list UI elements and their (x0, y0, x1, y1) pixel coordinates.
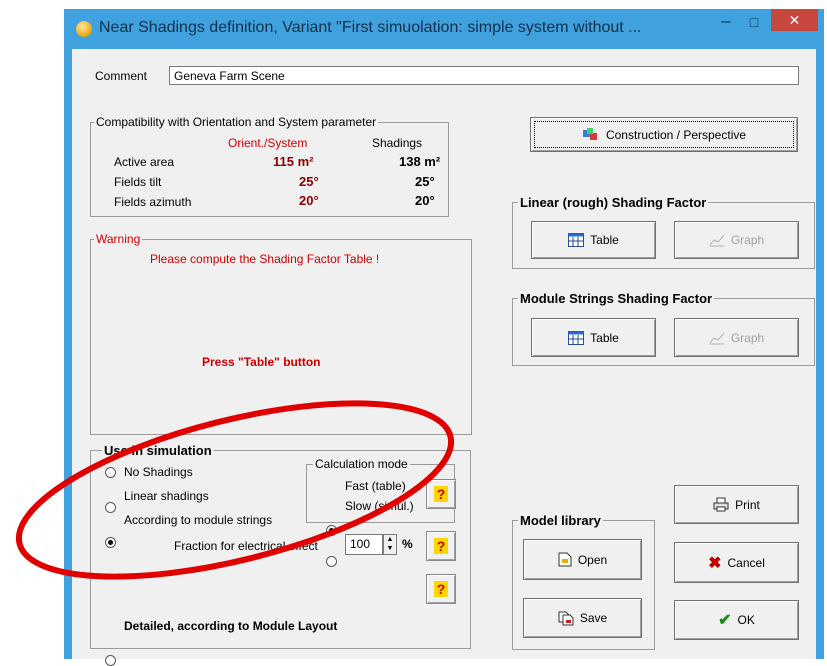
ok-button[interactable]: ✔ OK (674, 600, 799, 640)
row-shadings-value: 25° (415, 174, 435, 189)
module-table-label: Table (590, 330, 619, 345)
col-orient-header: Orient./System (228, 136, 308, 150)
detailed-label[interactable]: Detailed, according to Module Layout (124, 619, 337, 633)
maximize-button[interactable]: □ (743, 11, 765, 33)
printer-icon (713, 497, 729, 512)
ok-label: OK (737, 613, 755, 627)
open-label: Open (577, 552, 608, 567)
linear-graph-label: Graph (730, 233, 765, 247)
cancel-x-icon: ✖ (708, 554, 722, 572)
row-label: Fields tilt (114, 175, 162, 189)
model-library-title: Model library (518, 513, 603, 528)
warning-message: Please compute the Shading Factor Table … (150, 252, 380, 266)
radio-detailed[interactable] (105, 655, 116, 666)
print-button[interactable]: Print (674, 485, 799, 524)
press-table-message: Press "Table" button (202, 355, 321, 369)
warning-title: Warning (94, 232, 143, 246)
graph-icon (709, 234, 725, 247)
linear-table-label: Table (590, 233, 619, 247)
save-file-icon (558, 611, 574, 625)
table-icon (568, 330, 585, 345)
compatibility-title: Compatibility with Orientation and Syste… (94, 115, 379, 129)
open-button[interactable]: Open (523, 539, 642, 580)
row-orient-value: 115 m² (273, 154, 314, 169)
minimize-button[interactable]: – (715, 11, 737, 33)
row-label: Fields azimuth (114, 195, 192, 209)
linear-factor-title: Linear (rough) Shading Factor (518, 195, 709, 210)
col-shadings-header: Shadings (372, 136, 423, 150)
construction-label: Construction / Perspective (605, 127, 747, 142)
save-label: Save (579, 611, 608, 625)
linear-table-button[interactable]: Table (531, 221, 656, 259)
annotation-ellipse (15, 400, 455, 580)
module-graph-button[interactable]: Graph (674, 318, 799, 357)
window-title: Near Shadings definition, Variant "First… (99, 19, 642, 36)
save-button[interactable]: Save (523, 598, 642, 638)
row-label: Active area (114, 155, 175, 169)
app-icon (76, 21, 92, 37)
construction-icon (582, 127, 597, 140)
print-label: Print (735, 497, 760, 512)
graph-icon (709, 332, 725, 344)
row-orient-value: 20° (299, 193, 319, 208)
help-icon: ? (434, 581, 448, 597)
row-orient-value: 25° (299, 174, 319, 189)
construction-perspective-button[interactable]: Construction / Perspective (530, 117, 798, 152)
checkmark-icon: ✔ (718, 612, 732, 629)
module-table-button[interactable]: Table (531, 318, 656, 357)
row-shadings-value: 138 m² (399, 154, 441, 169)
cancel-button[interactable]: ✖ Cancel (674, 542, 799, 583)
module-factor-title: Module Strings Shading Factor (518, 291, 715, 306)
close-button[interactable]: ✕ (771, 9, 818, 31)
comment-input[interactable]: Geneva Farm Scene (169, 66, 799, 85)
module-graph-label: Graph (730, 330, 765, 345)
linear-graph-button[interactable]: Graph (674, 221, 799, 259)
comment-label: Comment (95, 69, 148, 83)
row-shadings-value: 20° (415, 193, 435, 208)
table-icon (568, 233, 585, 247)
open-file-icon (558, 552, 572, 567)
cancel-label: Cancel (727, 555, 765, 570)
